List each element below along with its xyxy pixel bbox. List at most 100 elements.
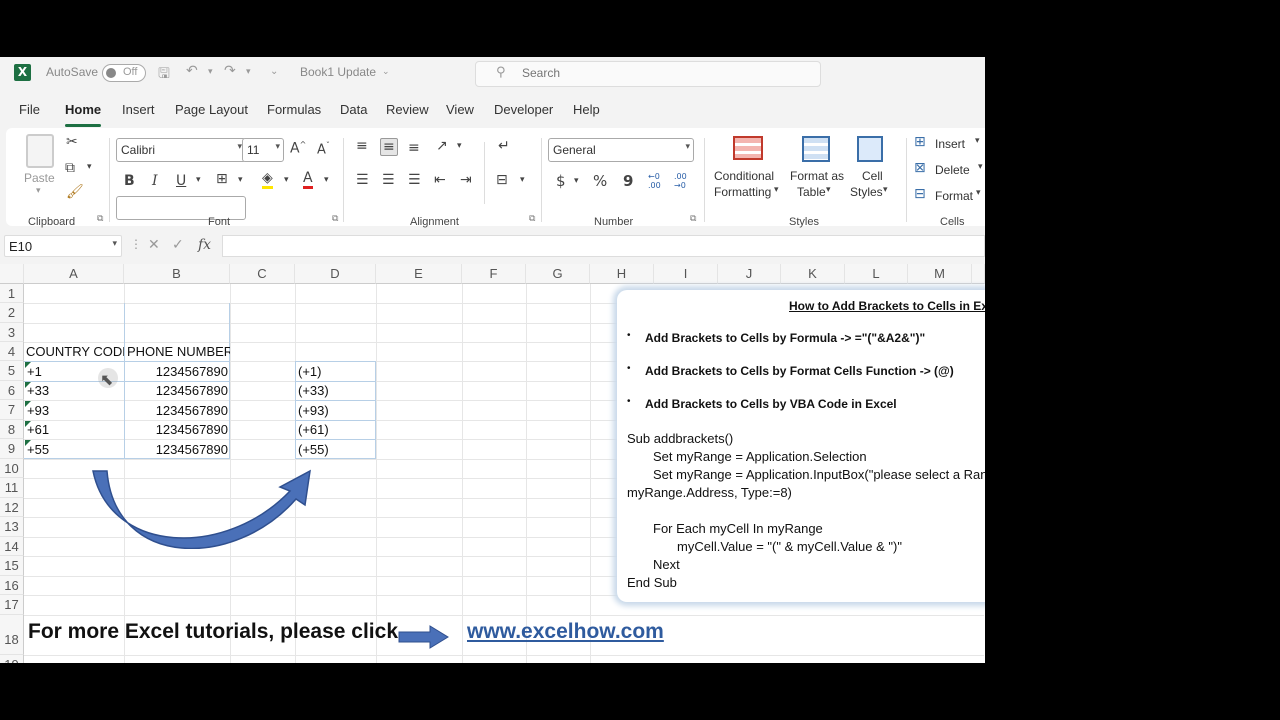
number-format-dropdown[interactable]: General ▾ <box>548 138 694 162</box>
format-table-dropdown-icon[interactable]: ▾ <box>826 185 831 195</box>
column-header-k[interactable]: K <box>781 264 845 284</box>
row-header[interactable]: 17 <box>0 595 24 615</box>
font-name-dropdown[interactable]: Calibri ▾ <box>116 138 246 162</box>
redo-dropdown-icon[interactable]: ▾ <box>246 67 251 77</box>
comma-style-button[interactable]: 9 <box>623 172 633 190</box>
format-as-table-icon[interactable] <box>802 136 830 162</box>
cell-a6[interactable]: +55 <box>27 440 49 459</box>
cancel-icon[interactable]: ✕ <box>148 237 160 253</box>
row-header[interactable]: 14 <box>0 537 24 556</box>
row-header[interactable]: 6 <box>0 381 24 400</box>
align-right-icon[interactable]: ☰ <box>408 172 421 188</box>
format-as-table-line1[interactable]: Format as <box>790 168 844 184</box>
paste-dropdown-icon[interactable]: ▾ <box>36 186 41 196</box>
conditional-formatting-line2[interactable]: Formatting <box>714 184 771 200</box>
cell-a5[interactable]: +61 <box>27 420 49 439</box>
clipboard-launcher-icon[interactable]: ⧉ <box>97 214 103 224</box>
cell-d4[interactable]: (+93) <box>298 401 329 420</box>
font-size-dropdown[interactable]: 11 ▾ <box>242 138 284 162</box>
merge-center-icon[interactable]: ⊟ <box>496 172 508 188</box>
format-as-table-line2[interactable]: Table <box>797 184 826 200</box>
align-center-icon[interactable]: ☰ <box>382 172 395 188</box>
row-header[interactable]: 13 <box>0 517 24 537</box>
autosave-toggle[interactable]: Off <box>102 64 146 82</box>
cell-a1[interactable]: COUNTRY CODE <box>26 342 124 361</box>
orientation-dropdown-icon[interactable]: ▾ <box>457 141 462 151</box>
insert-cells-label[interactable]: Insert <box>935 136 965 152</box>
merge-dropdown-icon[interactable]: ▾ <box>520 175 525 185</box>
tab-review[interactable]: Review <box>386 102 429 117</box>
cell-styles-icon[interactable] <box>857 136 883 162</box>
fill-color-icon[interactable]: ◈ <box>262 170 273 189</box>
column-header-j[interactable]: J <box>718 264 781 284</box>
row-header[interactable]: 19 <box>0 655 24 663</box>
insert-dropdown-icon[interactable]: ▾ <box>975 136 980 146</box>
column-header-c[interactable]: C <box>230 264 295 284</box>
currency-button[interactable]: $ <box>556 172 566 190</box>
copy-dropdown-icon[interactable]: ▾ <box>87 162 92 172</box>
row-header[interactable]: 8 <box>0 420 24 439</box>
borders-icon[interactable]: ⊞ <box>216 171 228 187</box>
cell-b3[interactable]: 1234567890 <box>130 381 228 400</box>
column-header-e[interactable]: E <box>376 264 462 284</box>
cell-b6[interactable]: 1234567890 <box>130 440 228 459</box>
name-box[interactable]: E10 ▾ <box>4 235 122 257</box>
cell-d3[interactable]: (+33) <box>298 381 329 400</box>
paste-label[interactable]: Paste <box>24 170 55 186</box>
delete-cells-icon[interactable]: ⊠ <box>914 160 926 176</box>
cell-styles-line2[interactable]: Styles <box>850 184 883 200</box>
row-header[interactable]: 12 <box>0 498 24 517</box>
column-header-m[interactable]: M <box>908 264 972 284</box>
tab-insert[interactable]: Insert <box>122 102 155 117</box>
redo-icon[interactable]: ↷ <box>224 63 236 79</box>
title-chevron-down-icon[interactable]: ⌄ <box>382 67 390 77</box>
cell-b5[interactable]: 1234567890 <box>130 420 228 439</box>
formula-input[interactable] <box>222 235 985 257</box>
conditional-formatting-line1[interactable]: Conditional <box>714 168 774 184</box>
format-cells-icon[interactable]: ⊟ <box>914 186 926 202</box>
undo-icon[interactable]: ↶ <box>186 63 198 79</box>
column-header-n[interactable] <box>972 264 985 284</box>
font-color-icon[interactable]: A <box>303 170 313 189</box>
cell-a2[interactable]: +1 <box>27 362 42 381</box>
column-header-i[interactable]: I <box>654 264 718 284</box>
delete-cells-label[interactable]: Delete <box>935 162 970 178</box>
cell-b1[interactable]: PHONE NUMBER <box>127 342 230 361</box>
row-header[interactable]: 5 <box>0 361 24 381</box>
conditional-dropdown-icon[interactable]: ▾ <box>774 185 779 195</box>
select-all-corner[interactable] <box>0 264 24 284</box>
row-header[interactable]: 7 <box>0 400 24 420</box>
tab-formulas[interactable]: Formulas <box>267 102 321 117</box>
column-header-d[interactable]: D <box>295 264 376 284</box>
orientation-icon[interactable]: ↗ <box>436 138 448 154</box>
decrease-indent-icon[interactable]: ⇤ <box>434 172 446 188</box>
insert-cells-icon[interactable]: ⊞ <box>914 134 926 150</box>
row-header[interactable]: 11 <box>0 478 24 498</box>
cut-icon[interactable]: ✂ <box>66 134 78 150</box>
increase-decimal-button[interactable]: ←0 .00 <box>648 172 668 190</box>
cell-d5[interactable]: (+61) <box>298 420 329 439</box>
format-cells-label[interactable]: Format <box>935 188 973 204</box>
search-box[interactable]: ⚲ <box>475 61 821 87</box>
tab-page-layout[interactable]: Page Layout <box>175 102 248 117</box>
underline-button[interactable]: U <box>176 173 186 189</box>
undo-dropdown-icon[interactable]: ▾ <box>208 67 213 77</box>
format-painter-icon[interactable]: 🖌 <box>66 184 84 200</box>
align-left-icon[interactable]: ☰ <box>356 172 369 188</box>
increase-indent-icon[interactable]: ⇥ <box>460 172 472 188</box>
increase-font-size-icon[interactable]: A^ <box>290 140 306 157</box>
paste-icon[interactable] <box>26 134 54 168</box>
cell-a4[interactable]: +93 <box>27 401 49 420</box>
row-header[interactable]: 15 <box>0 556 24 576</box>
row-header[interactable]: 16 <box>0 576 24 595</box>
wrap-text-icon[interactable]: ↵ <box>498 138 510 154</box>
copy-icon[interactable]: ⧉ <box>65 160 75 176</box>
column-header-l[interactable]: L <box>845 264 908 284</box>
font-launcher-icon[interactable]: ⧉ <box>332 214 338 224</box>
tab-help[interactable]: Help <box>573 102 600 117</box>
row-header[interactable]: 4 <box>0 342 24 361</box>
cell-styles-dropdown-icon[interactable]: ▾ <box>883 185 888 195</box>
cell-d6[interactable]: (+55) <box>298 440 329 459</box>
tutorial-link[interactable]: www.excelhow.com <box>467 620 664 644</box>
borders-dropdown-icon[interactable]: ▾ <box>238 175 243 185</box>
